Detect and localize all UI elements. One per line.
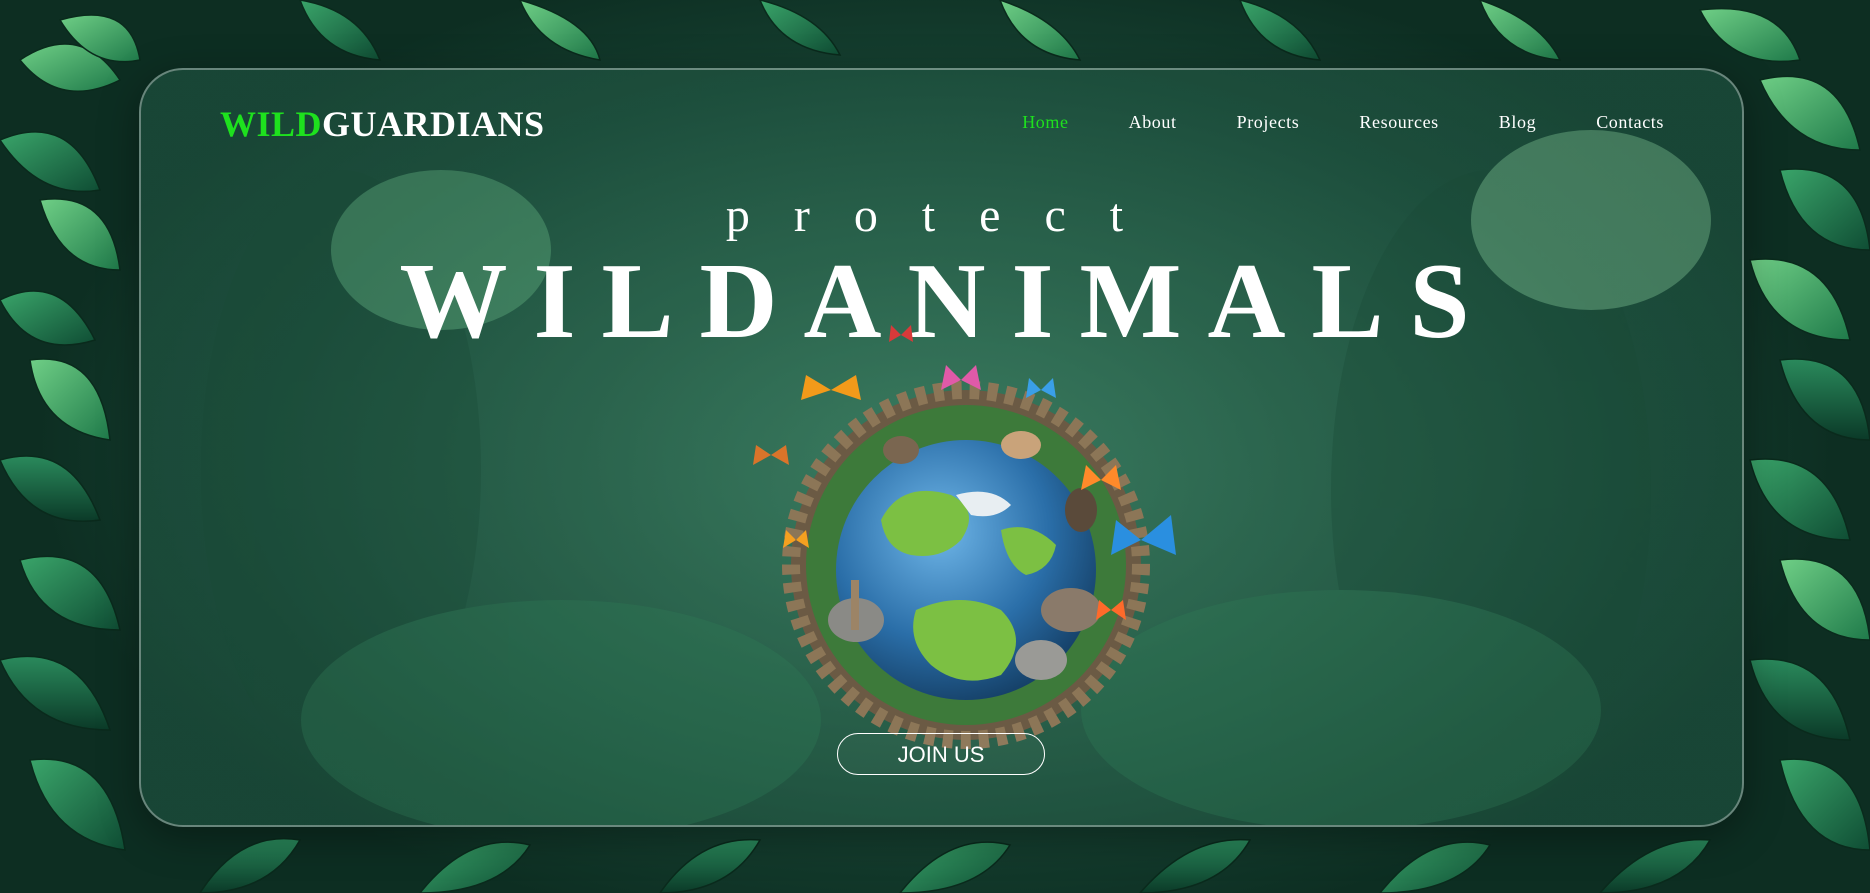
logo-main-text: GUARDIANS: [322, 104, 545, 144]
nav-link-resources[interactable]: Resources: [1359, 112, 1438, 133]
logo-accent-text: WILD: [220, 104, 323, 144]
nav-link-blog[interactable]: Blog: [1499, 112, 1536, 133]
glass-hero-card: WILDGUARDIANS Home About Projects Resour…: [139, 68, 1744, 827]
nav-link-contacts[interactable]: Contacts: [1596, 112, 1664, 133]
earth-animals-globe-image: [753, 325, 1176, 749]
nav-link-home[interactable]: Home: [1022, 112, 1068, 133]
hero-kicker: protect: [725, 189, 1168, 242]
nav-link-projects[interactable]: Projects: [1237, 112, 1300, 133]
main-navigation: Home About Projects Resources Blog Conta…: [962, 112, 1664, 133]
join-us-button[interactable]: JOIN US: [837, 733, 1045, 775]
nav-link-about[interactable]: About: [1129, 112, 1177, 133]
brand-logo[interactable]: WILDGUARDIANS: [220, 103, 545, 145]
